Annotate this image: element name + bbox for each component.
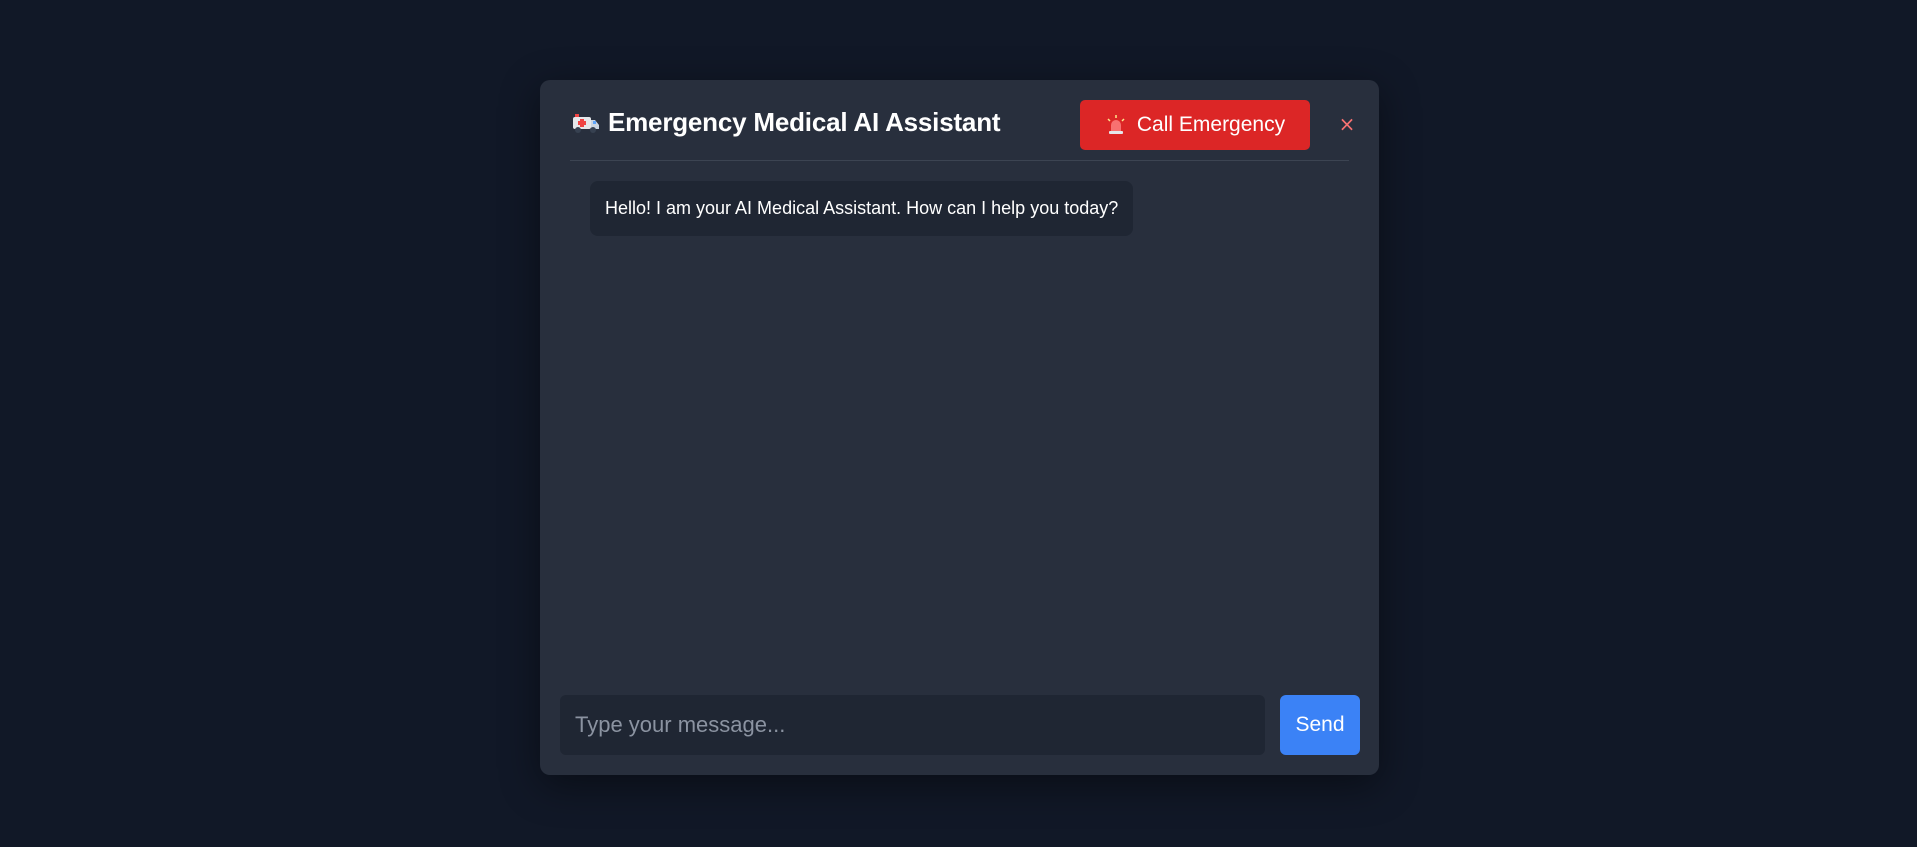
siren-icon: [1105, 114, 1127, 136]
chat-window: Emergency Medical AI Assistant Call Emer…: [540, 80, 1379, 775]
assistant-message: Hello! I am your AI Medical Assistant. H…: [590, 181, 1134, 236]
chat-header: Emergency Medical AI Assistant Call Emer…: [570, 80, 1355, 161]
send-button[interactable]: Send: [1280, 695, 1360, 755]
call-emergency-button[interactable]: Call Emergency: [1080, 100, 1310, 150]
close-button[interactable]: ×: [1336, 113, 1358, 135]
ambulance-icon: [572, 112, 600, 134]
message-input[interactable]: [560, 695, 1265, 755]
title-wrap: Emergency Medical AI Assistant: [572, 107, 1001, 138]
call-emergency-label: Call Emergency: [1136, 113, 1286, 136]
page-title: Emergency Medical AI Assistant: [608, 107, 1001, 137]
message-list: Hello! I am your AI Medical Assistant. H…: [570, 161, 1349, 685]
